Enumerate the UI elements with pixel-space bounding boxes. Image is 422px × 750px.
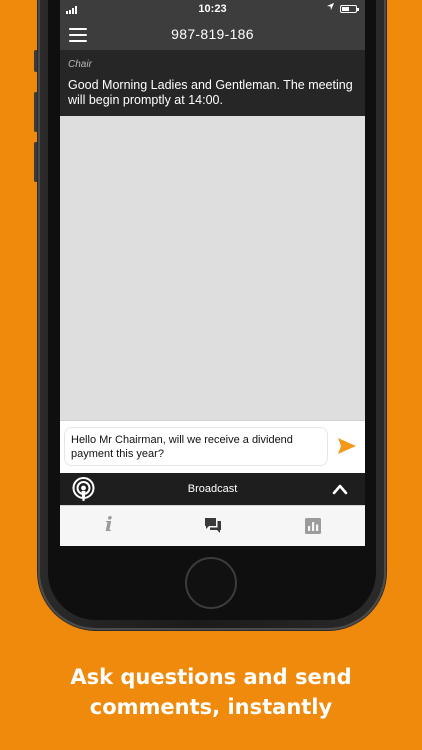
tab-poll[interactable] xyxy=(262,506,363,546)
send-arrow-icon xyxy=(338,438,356,454)
marketing-tagline: Ask questions and send comments, instant… xyxy=(0,662,422,722)
chat-bubbles-icon xyxy=(205,518,221,533)
hamburger-menu-icon[interactable] xyxy=(69,27,87,43)
chat-area[interactable] xyxy=(60,116,365,420)
broadcast-label: Broadcast xyxy=(187,483,238,495)
compose-bar: Hello Mr Chairman, will we receive a div… xyxy=(60,420,365,473)
bar-chart-icon xyxy=(305,518,321,534)
tab-bar: i xyxy=(60,505,365,546)
message-text: Good Morning Ladies and Gentleman. The m… xyxy=(68,78,353,107)
tagline-line-1: Ask questions and send xyxy=(70,665,352,689)
status-time: 10:23 xyxy=(198,3,227,15)
tab-info[interactable]: i xyxy=(60,506,161,546)
message-sender: Chair xyxy=(68,59,92,70)
app-header: 987-819-186 xyxy=(60,20,365,50)
phone-home-button xyxy=(185,557,237,609)
location-arrow-icon xyxy=(326,2,335,14)
battery-icon xyxy=(340,5,359,13)
send-button[interactable] xyxy=(337,437,357,455)
tagline-line-2: comments, instantly xyxy=(89,695,333,719)
app-screen: 10:23 987-819-186 Chair Good Morning Lad… xyxy=(60,0,365,546)
chevron-up-icon[interactable] xyxy=(332,482,348,496)
broadcast-podcast-icon[interactable] xyxy=(71,477,96,502)
status-bar: 10:23 xyxy=(60,0,365,20)
info-icon: i xyxy=(105,512,113,536)
broadcast-bar[interactable]: Broadcast xyxy=(60,473,365,505)
question-input[interactable]: Hello Mr Chairman, will we receive a div… xyxy=(64,427,328,466)
battery-level xyxy=(342,7,349,11)
chair-message-panel: Chair Good Morning Ladies and Gentleman.… xyxy=(60,50,365,116)
tab-chat[interactable] xyxy=(161,506,262,546)
meeting-id-title: 987-819-186 xyxy=(171,26,254,42)
